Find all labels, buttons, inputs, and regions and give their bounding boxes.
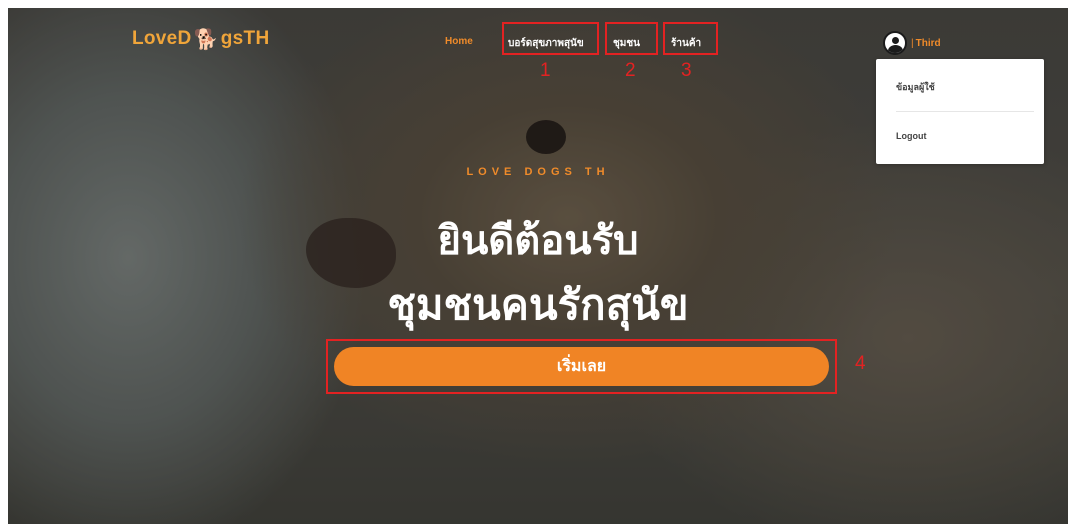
logo-text-right: gsTH bbox=[220, 28, 270, 49]
logo-text-left: LoveD bbox=[132, 28, 192, 49]
brand-logo[interactable]: LoveD 🐕 gsTH bbox=[132, 28, 270, 51]
annotation-label-2: 2 bbox=[625, 60, 636, 81]
dog-icon: 🐕 bbox=[193, 28, 219, 51]
nav-health-board[interactable]: บอร์ดสุขภาพสุนัข bbox=[508, 36, 584, 51]
annotation-label-3: 3 bbox=[681, 60, 692, 81]
user-menu-toggle[interactable]: | Third bbox=[883, 31, 941, 55]
user-dropdown-menu: ข้อมูลผู้ใช้ Logout bbox=[876, 59, 1044, 164]
username[interactable]: | Third bbox=[911, 38, 941, 49]
hero-section: LoveD 🐕 gsTH Home บอร์ดสุขภาพสุนัข 1 ชุม… bbox=[8, 8, 1068, 524]
nav-community[interactable]: ชุมชน bbox=[613, 36, 640, 51]
username-separator: | bbox=[911, 37, 914, 49]
hero-tagline: LOVE DOGS TH bbox=[466, 166, 610, 178]
menu-item-profile[interactable]: ข้อมูลผู้ใช้ bbox=[896, 80, 935, 94]
get-started-button[interactable]: เริ่มเลย bbox=[334, 347, 829, 386]
hero-title-line1: ยินดีต้อนรับ bbox=[437, 218, 639, 264]
nav-shop[interactable]: ร้านค้า bbox=[671, 36, 701, 51]
user-avatar-icon[interactable] bbox=[883, 31, 907, 55]
nav-home[interactable]: Home bbox=[445, 36, 473, 47]
hero-title-line2: ชุมชนคนรักสุนัข bbox=[387, 280, 689, 329]
username-text: Third bbox=[915, 37, 941, 49]
menu-divider bbox=[896, 111, 1034, 112]
menu-item-logout[interactable]: Logout bbox=[896, 131, 927, 141]
annotation-label-1: 1 bbox=[540, 60, 551, 81]
annotation-label-4: 4 bbox=[855, 353, 866, 374]
